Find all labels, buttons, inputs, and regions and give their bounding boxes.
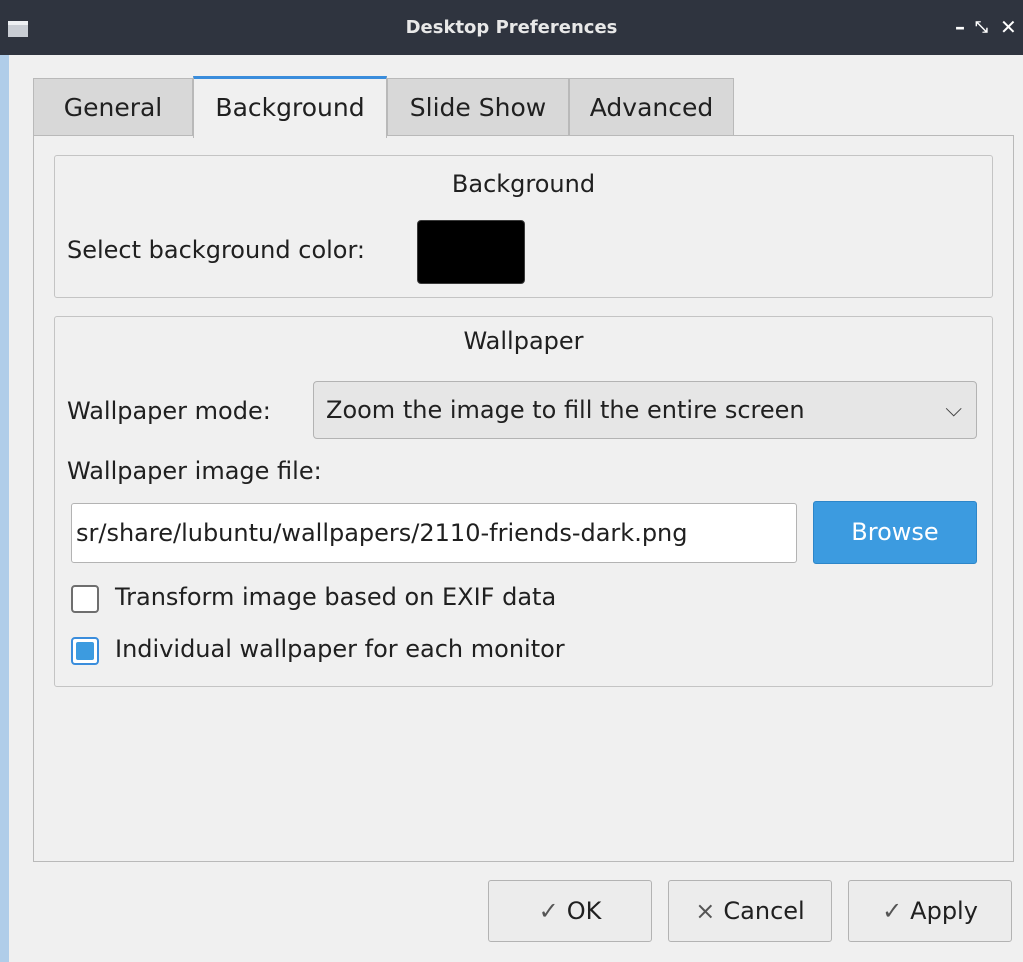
wallpaper-file-input[interactable]: sr/share/lubuntu/wallpapers/2110-friends…	[71, 503, 797, 563]
cancel-label: Cancel	[723, 897, 805, 925]
cancel-button[interactable]: × Cancel	[668, 880, 832, 942]
individual-wallpaper-checkbox[interactable]	[71, 637, 99, 665]
minimize-icon[interactable]: –	[955, 14, 965, 40]
tab-general[interactable]: General	[33, 78, 193, 136]
browse-button[interactable]: Browse	[813, 501, 977, 564]
chevron-down-icon: ⌵	[945, 397, 962, 422]
background-color-label: Select background color:	[67, 236, 366, 264]
wallpaper-mode-value: Zoom the image to fill the entire screen	[326, 396, 805, 424]
wallpaper-mode-select[interactable]: Zoom the image to fill the entire screen…	[313, 381, 977, 439]
exif-checkbox[interactable]	[71, 585, 99, 613]
apply-button[interactable]: ✓ Apply	[848, 880, 1012, 942]
cross-icon: ×	[695, 897, 716, 925]
exif-label[interactable]: Transform image based on EXIF data	[115, 583, 556, 611]
background-color-button[interactable]	[417, 220, 525, 284]
wallpaper-mode-label: Wallpaper mode:	[67, 397, 271, 425]
background-group: Background Select background color:	[54, 155, 993, 298]
check-icon: ✓	[538, 897, 559, 925]
wallpaper-group-title: Wallpaper	[463, 327, 584, 355]
tab-background[interactable]: Background	[193, 76, 387, 138]
ok-label: OK	[566, 897, 602, 925]
wallpaper-group: Wallpaper Wallpaper mode: Zoom the image…	[54, 316, 993, 687]
window-border	[0, 55, 9, 962]
window-title: Desktop Preferences	[405, 17, 618, 38]
tab-panel: Background Select background color: Wall…	[33, 135, 1014, 862]
tab-advanced[interactable]: Advanced	[569, 78, 734, 136]
ok-button[interactable]: ✓ OK	[488, 880, 652, 942]
maximize-icon[interactable]: ⤡	[975, 14, 988, 40]
background-group-title: Background	[451, 170, 596, 198]
apply-label: Apply	[910, 897, 978, 925]
individual-wallpaper-label[interactable]: Individual wallpaper for each monitor	[115, 635, 565, 663]
tab-slide-show[interactable]: Slide Show	[387, 78, 569, 136]
title-bar: Desktop Preferences – ⤡ ✕	[0, 0, 1023, 55]
wallpaper-file-label: Wallpaper image file:	[67, 457, 322, 485]
close-icon[interactable]: ✕	[1000, 14, 1017, 40]
check-icon: ✓	[882, 897, 903, 925]
